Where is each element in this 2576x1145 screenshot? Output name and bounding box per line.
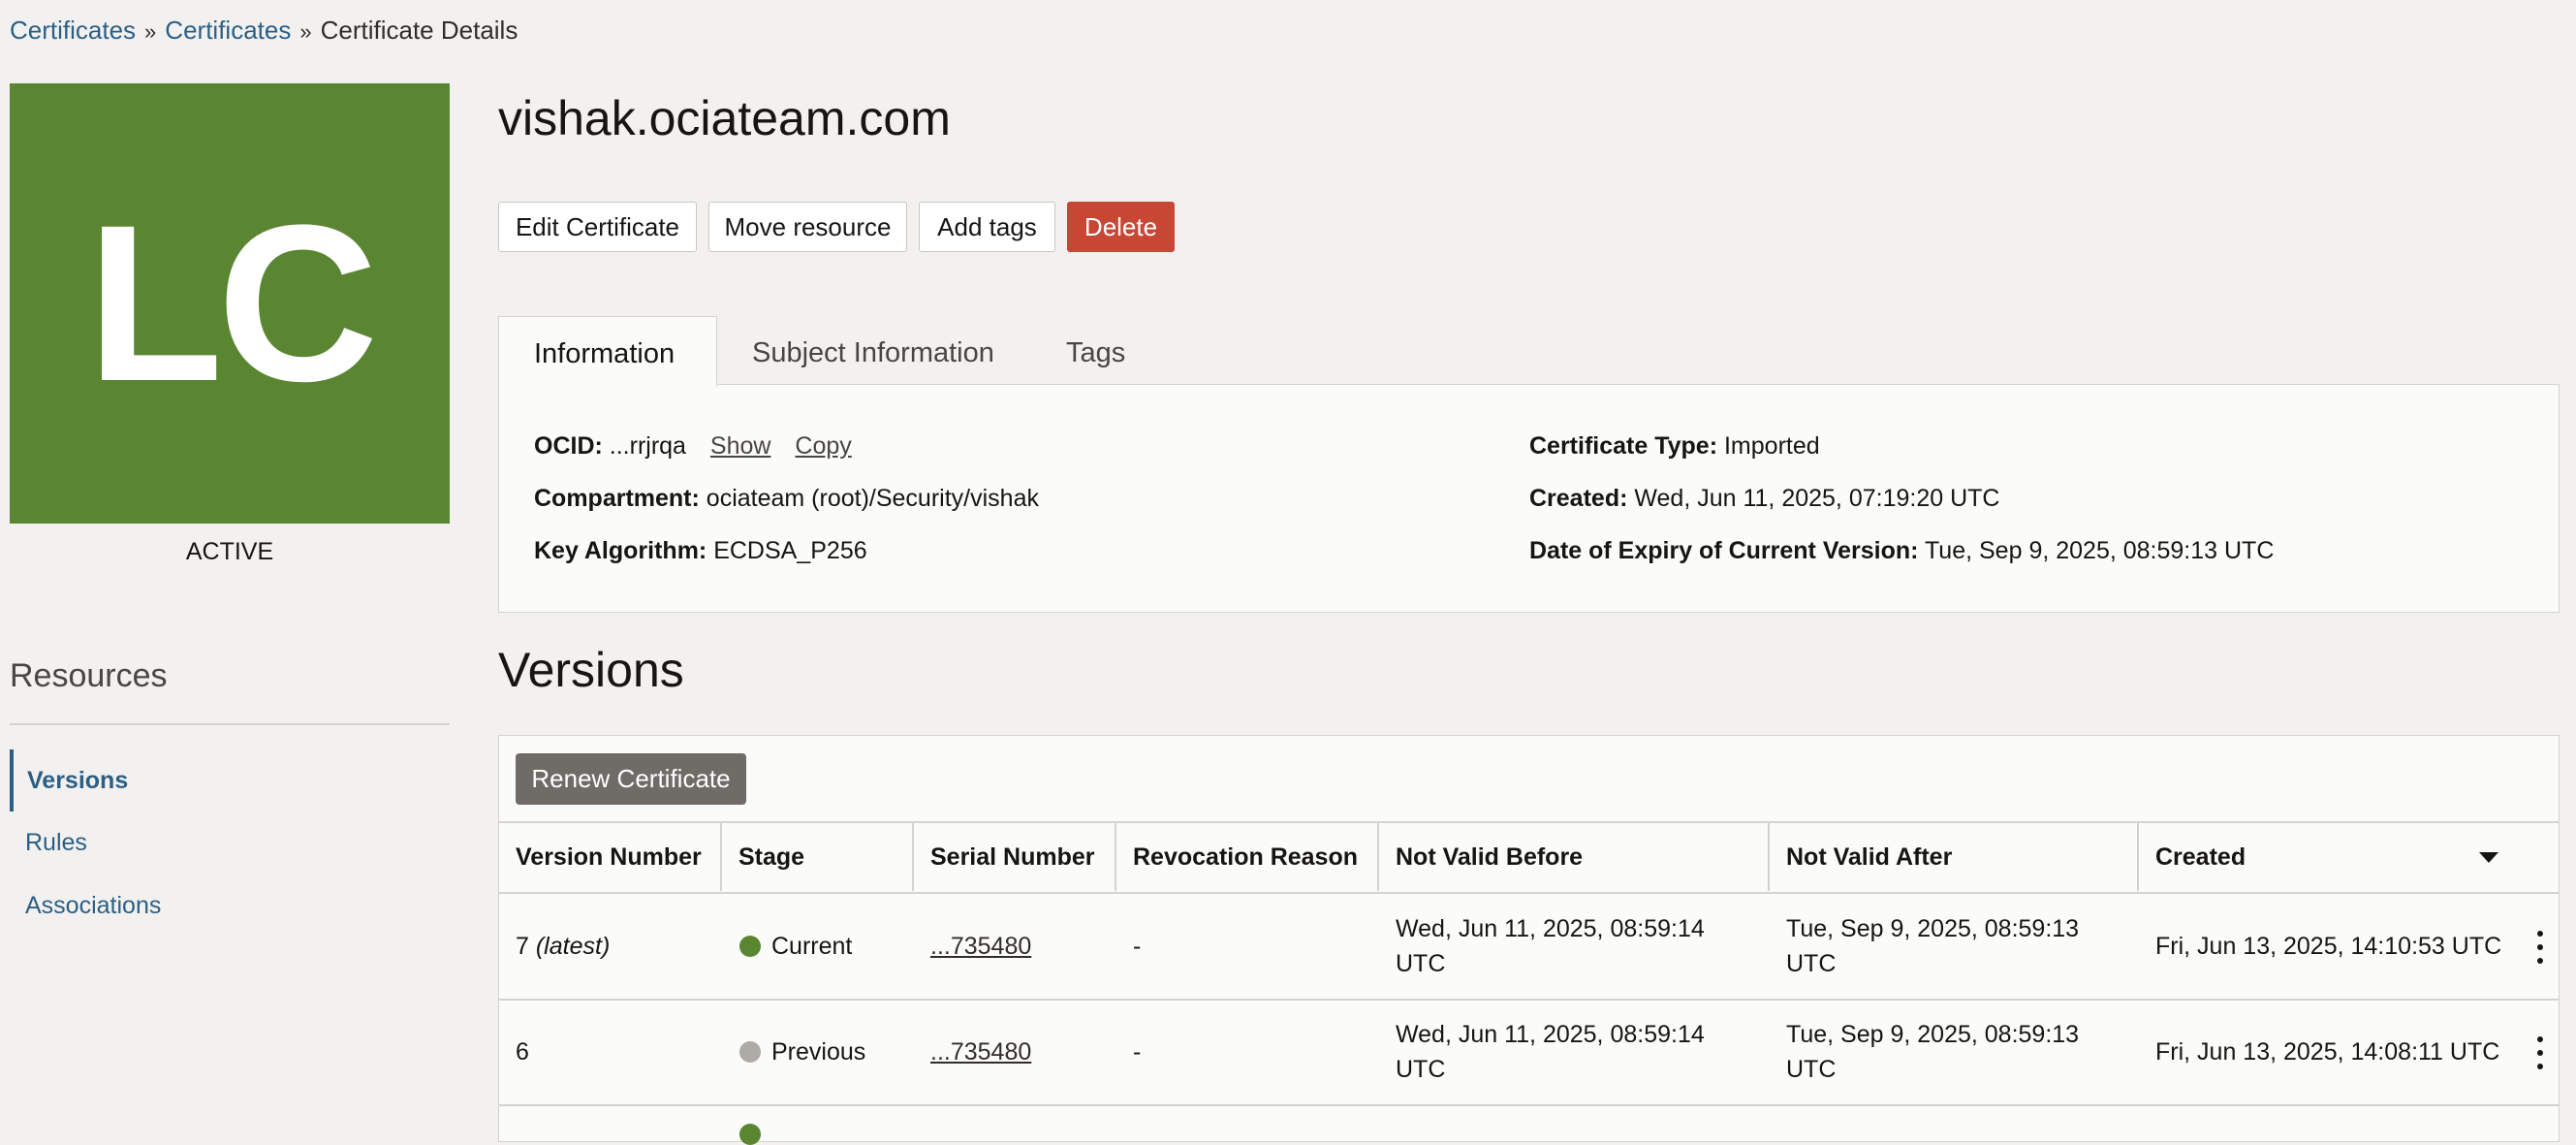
status-label: ACTIVE	[185, 538, 274, 565]
column-header-serial-number[interactable]: Serial Number	[930, 843, 1095, 872]
add-tags-button[interactable]: Add tags	[919, 202, 1055, 252]
key-algorithm-row: Key Algorithm: ECDSA_P256	[534, 537, 867, 565]
ocid-row: OCID: ...rrjrqa Show Copy	[534, 432, 852, 461]
row-actions-kebab-icon[interactable]	[2529, 931, 2551, 964]
breadcrumb-link-certificates-root[interactable]: Certificates	[10, 16, 136, 45]
tab-label: Information	[534, 338, 675, 369]
ocid-show-link[interactable]: Show	[710, 432, 771, 460]
not-valid-after-cell-tz: UTC	[1786, 1056, 1837, 1083]
serial-number-link[interactable]: ...735480	[930, 1034, 1031, 1069]
not-valid-after-cell-tz: UTC	[1786, 950, 1837, 977]
column-header-revocation-reason[interactable]: Revocation Reason	[1133, 843, 1358, 872]
column-header-not-valid-after[interactable]: Not Valid After	[1786, 843, 1952, 872]
not-valid-before-cell: Wed, Jun 11, 2025, 08:59:14	[1396, 1021, 1705, 1048]
compartment-value: ociateam (root)/Security/vishak	[706, 485, 1039, 512]
expiry-row: Date of Expiry of Current Version: Tue, …	[1529, 537, 2274, 565]
created-cell: Fri, Jun 13, 2025, 14:08:11 UTC	[2155, 1038, 2500, 1065]
table-divider	[498, 1104, 2560, 1106]
resources-item-associations[interactable]: Associations	[10, 875, 450, 937]
created-value: Wed, Jun 11, 2025, 07:19:20 UTC	[1634, 485, 2000, 512]
tab-information[interactable]: Information	[498, 316, 717, 387]
ocid-value: ...rrjrqa	[609, 432, 686, 460]
revocation-reason-cell: -	[1133, 933, 1142, 960]
column-header-created[interactable]: Created	[2155, 843, 2246, 872]
resource-icon: LC	[10, 83, 450, 524]
version-number-cell: 7 (latest)	[516, 929, 610, 964]
column-header-not-valid-before[interactable]: Not Valid Before	[1396, 843, 1583, 872]
version-number: 6	[516, 1038, 529, 1065]
serial-number-link[interactable]: ...735480	[930, 929, 1031, 964]
resources-item-label: Associations	[25, 892, 162, 919]
expiry-value: Tue, Sep 9, 2025, 08:59:13 UTC	[1924, 537, 2275, 564]
certificate-type-row: Certificate Type: Imported	[1529, 432, 1820, 461]
expiry-label: Date of Expiry of Current Version:	[1529, 537, 1919, 564]
ocid-label: OCID:	[534, 432, 603, 460]
tab-label: Tags	[1066, 337, 1126, 368]
edit-certificate-button[interactable]: Edit Certificate	[498, 202, 697, 252]
not-valid-after-cell: Tue, Sep 9, 2025, 08:59:13	[1786, 915, 2080, 942]
key-algorithm-value: ECDSA_P256	[713, 537, 867, 564]
page-title: vishak.ociateam.com	[498, 91, 951, 145]
breadcrumb-current: Certificate Details	[320, 16, 518, 45]
certificate-type-value: Imported	[1723, 432, 1820, 460]
resource-icon-initials: LC	[86, 178, 379, 428]
stage-cell: Current	[771, 933, 853, 960]
created-cell: Fri, Jun 13, 2025, 14:10:53 UTC	[2155, 933, 2502, 960]
resources-item-versions[interactable]: Versions	[10, 749, 454, 811]
column-divider	[1768, 822, 1770, 891]
not-valid-after-cell: Tue, Sep 9, 2025, 08:59:13	[1786, 1021, 2080, 1048]
column-divider	[912, 822, 914, 891]
tab-label: Subject Information	[752, 337, 994, 368]
tab-tags[interactable]: Tags	[1056, 316, 1153, 386]
certificate-type-label: Certificate Type:	[1529, 432, 1718, 460]
divider	[10, 723, 450, 725]
sort-caret-down-icon[interactable]	[2479, 852, 2498, 863]
table-divider	[498, 821, 2560, 823]
column-divider	[720, 822, 722, 891]
revocation-reason-cell: -	[1133, 1038, 1142, 1065]
not-valid-before-cell-tz: UTC	[1396, 950, 1446, 977]
version-note: (latest)	[535, 933, 611, 960]
column-divider	[2137, 822, 2139, 891]
delete-button[interactable]: Delete	[1067, 202, 1175, 252]
stage-status-dot-icon	[739, 936, 761, 957]
column-divider	[1377, 822, 1379, 891]
ocid-copy-link[interactable]: Copy	[795, 432, 851, 460]
move-resource-button[interactable]: Move resource	[708, 202, 907, 252]
breadcrumb: Certificates » Certificates » Certificate De…	[10, 16, 518, 46]
table-divider	[498, 999, 2560, 1001]
breadcrumb-link-certificates[interactable]: Certificates	[165, 16, 291, 45]
resources-item-rules[interactable]: Rules	[10, 811, 450, 874]
breadcrumb-separator: »	[144, 19, 157, 44]
resources-item-label: Versions	[27, 767, 129, 794]
tab-subject-information[interactable]: Subject Information	[742, 316, 1014, 386]
created-row: Created: Wed, Jun 11, 2025, 07:19:20 UTC	[1529, 485, 1999, 513]
renew-certificate-button[interactable]: Renew Certificate	[516, 753, 746, 805]
compartment-row: Compartment: ociateam (root)/Security/vi…	[534, 485, 1039, 513]
resources-heading: Resources	[10, 657, 168, 694]
stage-status-dot-icon	[739, 1041, 761, 1063]
version-number: 7	[516, 933, 529, 960]
not-valid-before-cell: Wed, Jun 11, 2025, 08:59:14	[1396, 915, 1705, 942]
column-header-stage[interactable]: Stage	[738, 843, 804, 872]
stage-status-dot-icon	[739, 1124, 761, 1145]
stage-cell: Previous	[771, 1038, 866, 1065]
key-algorithm-label: Key Algorithm:	[534, 537, 707, 564]
table-divider	[498, 892, 2560, 894]
breadcrumb-separator: »	[299, 19, 312, 44]
resources-item-label: Rules	[25, 829, 87, 856]
column-header-version-number[interactable]: Version Number	[516, 843, 702, 872]
created-label: Created:	[1529, 485, 1628, 512]
not-valid-before-cell-tz: UTC	[1396, 1056, 1446, 1083]
compartment-label: Compartment:	[534, 485, 700, 512]
column-divider	[1115, 822, 1116, 891]
version-number-cell: 6	[516, 1034, 529, 1069]
row-actions-kebab-icon[interactable]	[2529, 1036, 2551, 1069]
versions-heading: Versions	[498, 643, 684, 697]
